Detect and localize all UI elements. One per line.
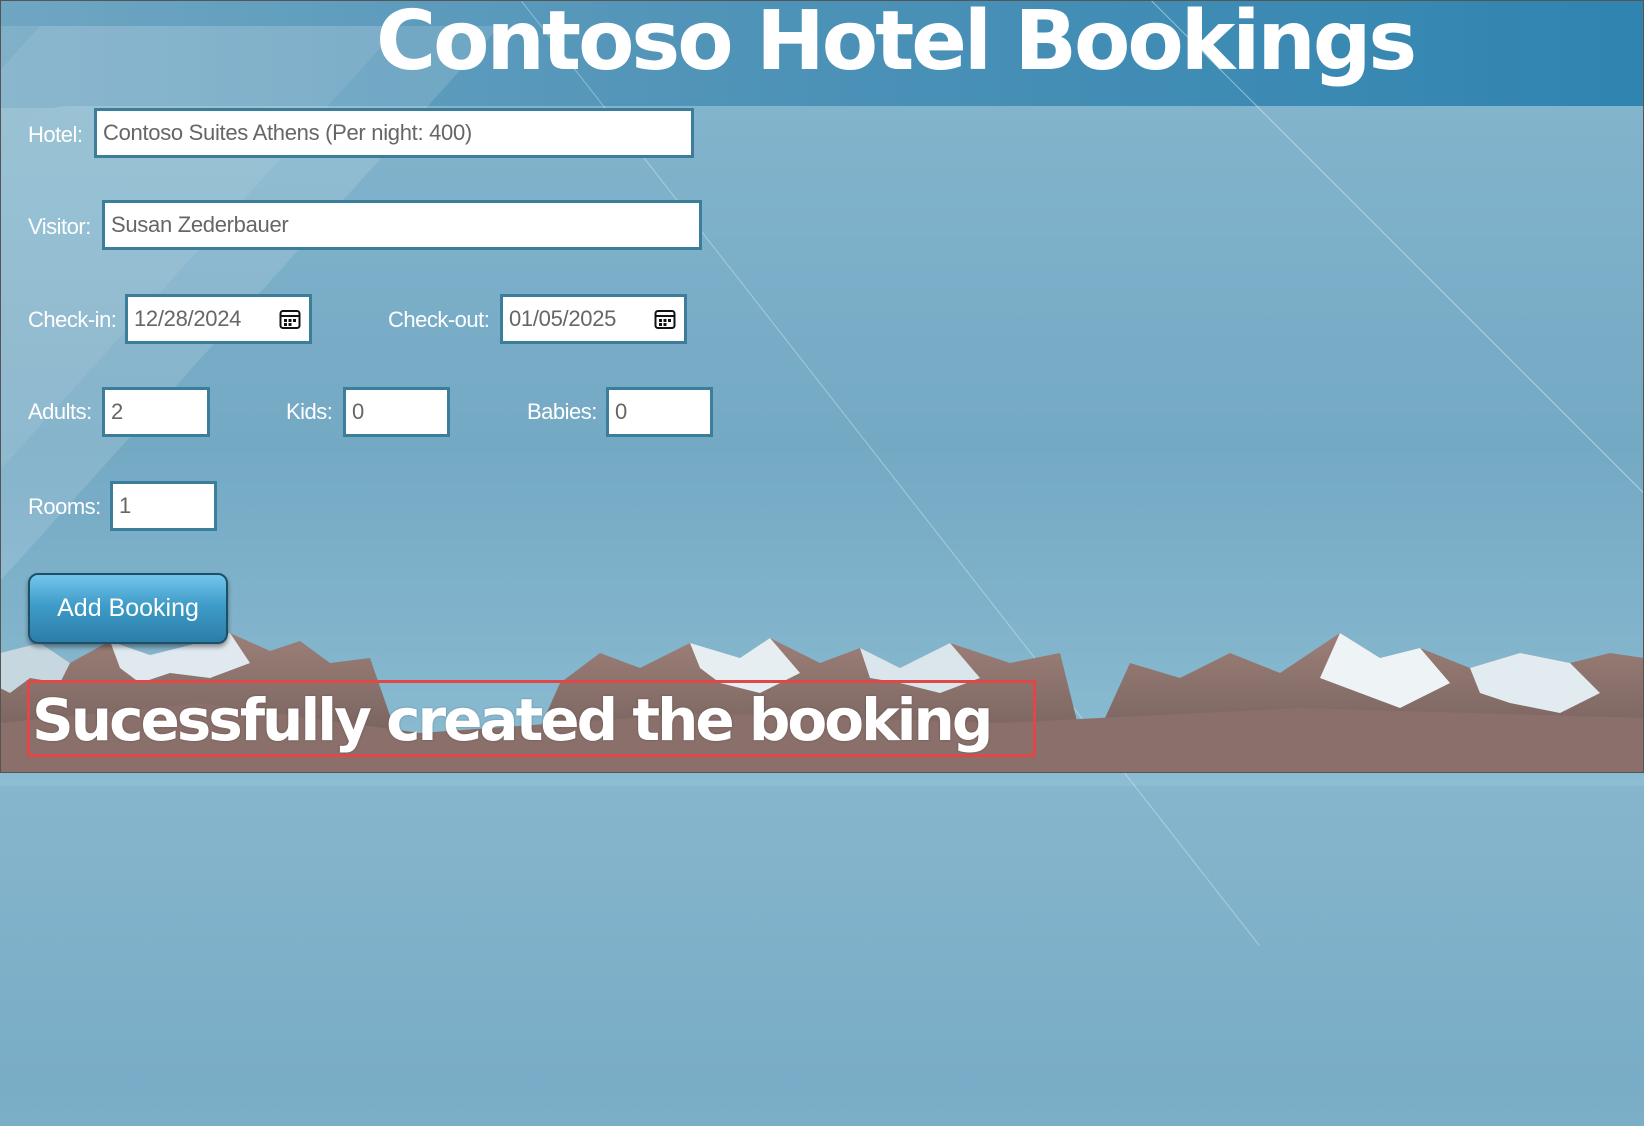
visitor-label: Visitor: [28,214,91,239]
hotel-select[interactable]: Contoso Suites Athens (Per night: 400) [94,108,694,158]
add-booking-button[interactable]: Add Booking [28,573,228,644]
checkout-label: Check-out: [388,307,490,332]
rooms-input[interactable]: 1 [110,481,217,531]
calendar-icon[interactable] [654,308,676,330]
page-title: Contoso Hotel Bookings [376,0,1417,89]
hotel-label: Hotel: [28,122,83,147]
visitor-input[interactable]: Susan Zederbauer [102,200,702,250]
checkin-label: Check-in: [28,307,117,332]
babies-label: Babies: [527,399,597,424]
adults-label: Adults: [28,399,92,424]
babies-input[interactable]: 0 [606,387,713,437]
kids-input[interactable]: 0 [343,387,450,437]
calendar-icon[interactable] [279,308,301,330]
rooms-label: Rooms: [28,494,101,519]
checkin-date-input[interactable]: 12/28/2024 [125,294,312,344]
checkout-date-input[interactable]: 01/05/2025 [500,294,687,344]
kids-label: Kids: [286,399,333,424]
status-highlight-box [27,680,1036,757]
adults-input[interactable]: 2 [102,387,210,437]
checkin-value: 12/28/2024 [134,306,242,331]
checkout-value: 01/05/2025 [509,306,617,331]
